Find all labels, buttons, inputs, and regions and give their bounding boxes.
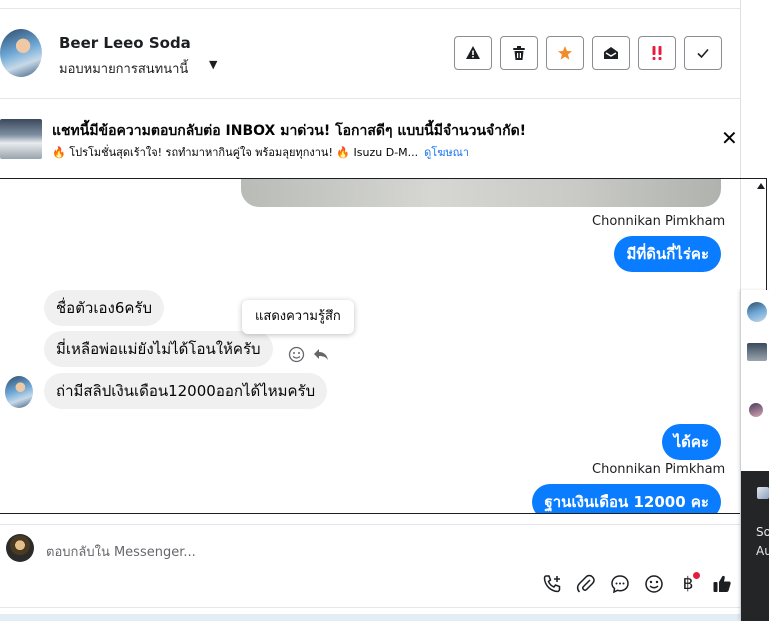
trash-icon <box>513 46 525 60</box>
payment-icon: ฿ <box>682 574 694 594</box>
ad-title: แชทนี้มีข้อความตอบกลับต่อ INBOX มาด่วน! … <box>52 123 527 139</box>
assign-conversation-label[interactable]: มอบหมายการสนทนานี้ <box>59 58 188 79</box>
mark-unread-icon <box>604 47 618 59</box>
ad-subtitle-text: 🔥 โปรโมชั่นสุดเร้าใจ! รถทำมาหากินคู่ใจ พ… <box>52 146 419 159</box>
outgoing-message[interactable]: ได้คะ <box>661 424 721 460</box>
page-avatar <box>6 534 34 562</box>
contact-name[interactable]: Beer Leeo Soda <box>59 34 191 52</box>
call-add-button[interactable] <box>540 572 564 596</box>
reply-icon[interactable] <box>313 348 329 361</box>
ad-subtitle: 🔥 โปรโมชั่นสุดเร้าใจ! รถทำมาหากินคู่ใจ พ… <box>52 143 469 161</box>
notification-dot <box>693 572 700 579</box>
incoming-message[interactable]: มี่เหลือพ่อแม่ยังไม่ได้โอนให้ครับ <box>44 331 273 367</box>
like-button[interactable] <box>710 572 734 596</box>
chevron-down-icon[interactable]: ▼ <box>209 58 217 71</box>
side-card-text: Au <box>756 544 769 558</box>
emoji-icon <box>645 575 663 593</box>
star-icon <box>558 46 572 60</box>
outgoing-message[interactable]: มีที่ดินกี่ไร่คะ <box>614 236 721 272</box>
spam-icon <box>466 46 480 59</box>
reply-input[interactable]: ตอบกลับใน Messenger... <box>46 541 196 562</box>
header-actions <box>454 36 722 70</box>
sender-name: Chonnikan Pimkham <box>592 462 726 477</box>
spam-button[interactable] <box>454 36 492 70</box>
side-card-text: So <box>756 525 769 539</box>
contact-avatar[interactable] <box>0 29 42 77</box>
view-ad-link[interactable]: ดูโฆษณา <box>424 146 469 159</box>
scroll-up-arrow-icon[interactable] <box>757 183 765 189</box>
message-thread[interactable]: Chonnikan Pimkham มีที่ดินกี่ไร่คะ ชื่อต… <box>0 178 767 514</box>
react-emoji-icon[interactable] <box>288 346 305 363</box>
ad-thumbnail[interactable] <box>0 119 42 159</box>
done-icon <box>697 48 709 59</box>
call-add-icon <box>543 575 561 593</box>
close-icon[interactable]: ✕ <box>721 128 738 148</box>
side-avatar[interactable] <box>747 302 767 322</box>
saved-replies-icon <box>611 575 629 594</box>
top-divider <box>0 8 740 9</box>
contact-avatar-small <box>5 376 33 408</box>
bottom-bar <box>0 614 769 621</box>
delete-button[interactable] <box>500 36 538 70</box>
urgent-icon <box>652 46 662 60</box>
emoji-button[interactable] <box>642 572 666 596</box>
side-avatar[interactable] <box>749 403 763 417</box>
side-card-icon <box>757 487 769 499</box>
react-tooltip: แสดงความรู้สึก <box>242 300 354 334</box>
incoming-message[interactable]: ชื่อตัวเอง6ครับ <box>44 290 164 326</box>
mark-done-button[interactable] <box>684 36 722 70</box>
payment-button[interactable]: ฿ <box>676 572 700 596</box>
attach-button[interactable] <box>574 572 598 596</box>
incoming-message[interactable]: ถ่ามีสลิปเงินเดือน12000ออกได้ไหมครับ <box>44 373 328 409</box>
composer-toolbar: ฿ <box>540 572 734 596</box>
sender-name: Chonnikan Pimkham <box>592 214 726 229</box>
outgoing-message[interactable]: ฐานเงินเดือน 12000 คะ <box>532 484 721 513</box>
urgent-button[interactable] <box>638 36 676 70</box>
side-thumbnail[interactable] <box>747 343 767 361</box>
image-message[interactable] <box>241 179 721 207</box>
saved-replies-button[interactable] <box>608 572 632 596</box>
mark-unread-button[interactable] <box>592 36 630 70</box>
like-icon <box>713 575 731 592</box>
attach-icon <box>576 574 595 593</box>
star-button[interactable] <box>546 36 584 70</box>
